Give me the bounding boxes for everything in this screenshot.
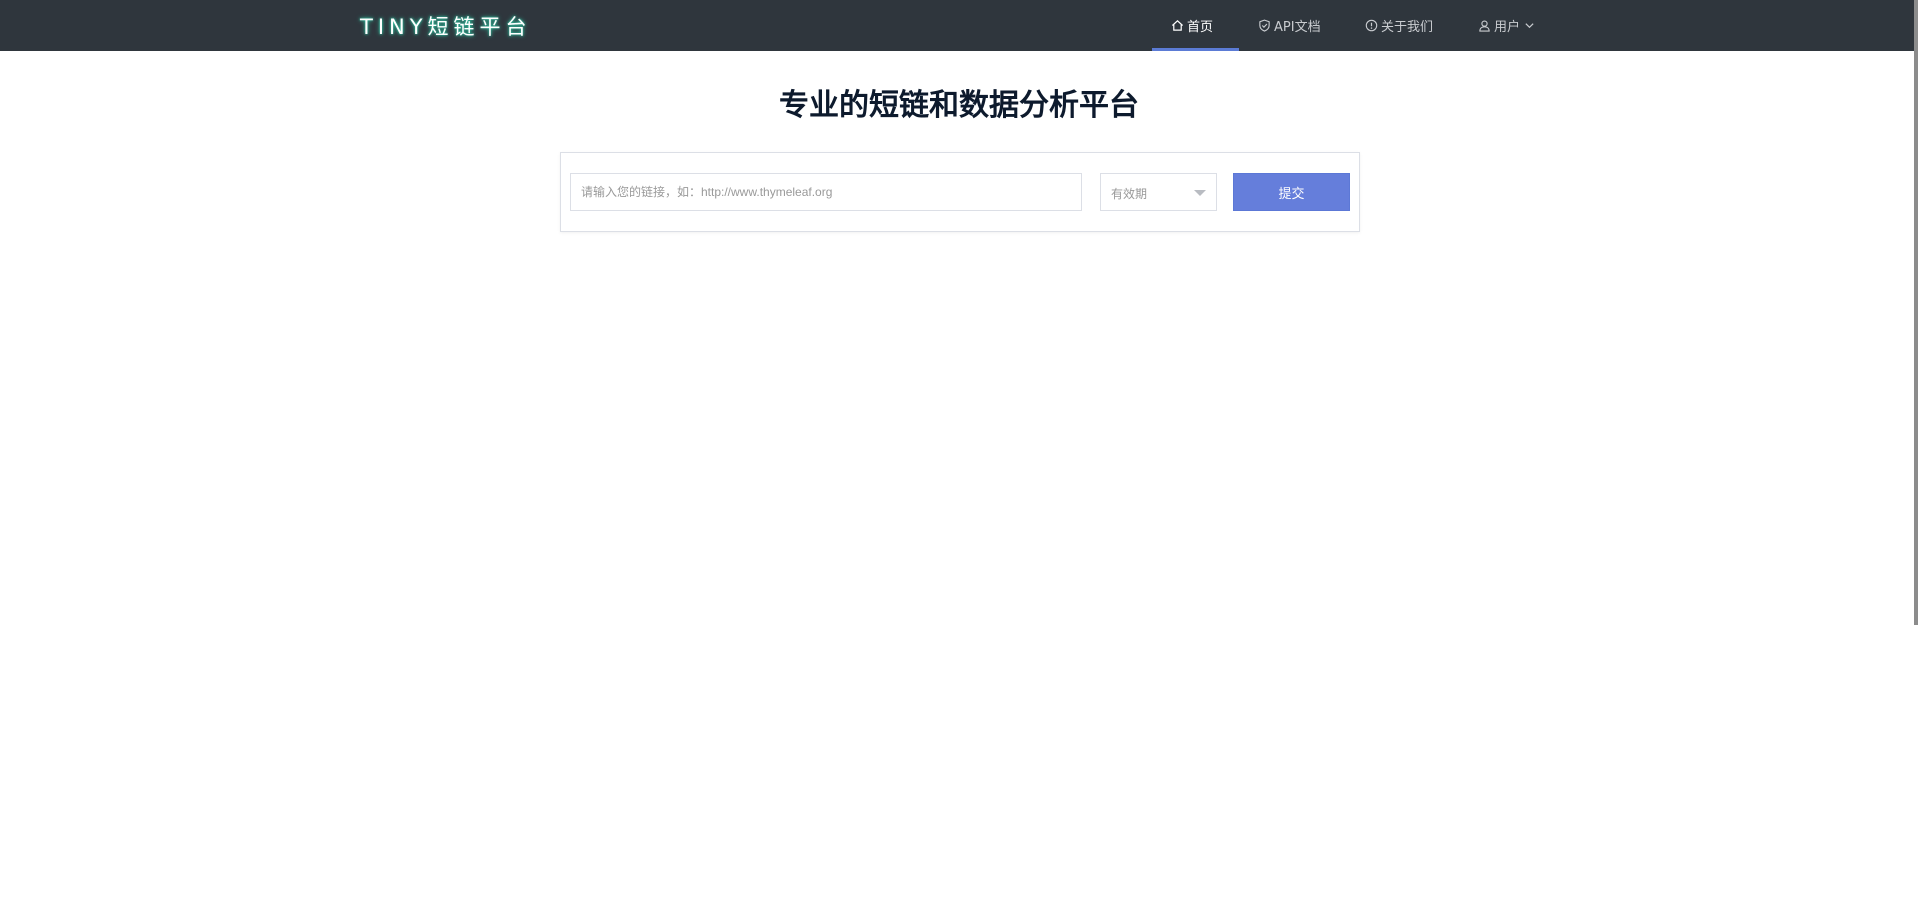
user-icon bbox=[1478, 19, 1491, 32]
submit-button[interactable]: 提交 bbox=[1233, 173, 1350, 211]
active-nav-indicator bbox=[1152, 48, 1239, 51]
expiry-select[interactable]: 有效期 bbox=[1100, 173, 1217, 211]
page: TINY短链平台 首页 API文档 关于我们 用户 专业的短链和数据分析平台 请… bbox=[0, 0, 1918, 916]
nav-item-about-us[interactable]: 关于我们 bbox=[1365, 0, 1433, 51]
top-navbar: TINY短链平台 首页 API文档 关于我们 用户 bbox=[0, 0, 1918, 51]
nav-item-label: API文档 bbox=[1274, 20, 1321, 35]
scrollbar-thumb[interactable] bbox=[1914, 0, 1918, 625]
nav-item-label: 用户 bbox=[1494, 20, 1521, 35]
chevron-down-icon bbox=[1524, 20, 1535, 31]
shield-check-icon bbox=[1258, 19, 1271, 32]
expiry-select-label: 有效期 bbox=[1111, 187, 1148, 201]
nav-item-label: 首页 bbox=[1187, 20, 1214, 35]
caret-down-icon bbox=[1194, 190, 1206, 196]
home-icon bbox=[1171, 19, 1184, 32]
url-input[interactable] bbox=[570, 173, 1082, 211]
nav-item-api-docs[interactable]: API文档 bbox=[1258, 0, 1321, 51]
nav-item-user-menu[interactable]: 用户 bbox=[1478, 0, 1538, 51]
page-title: 专业的短链和数据分析平台 bbox=[779, 88, 1139, 123]
vertical-scrollbar[interactable] bbox=[1914, 0, 1918, 625]
nav-item-label: 关于我们 bbox=[1381, 20, 1434, 35]
info-circle-icon bbox=[1365, 19, 1378, 32]
nav-item-home[interactable]: 首页 bbox=[1171, 0, 1213, 51]
site-logo[interactable]: TINY短链平台 bbox=[360, 11, 532, 41]
